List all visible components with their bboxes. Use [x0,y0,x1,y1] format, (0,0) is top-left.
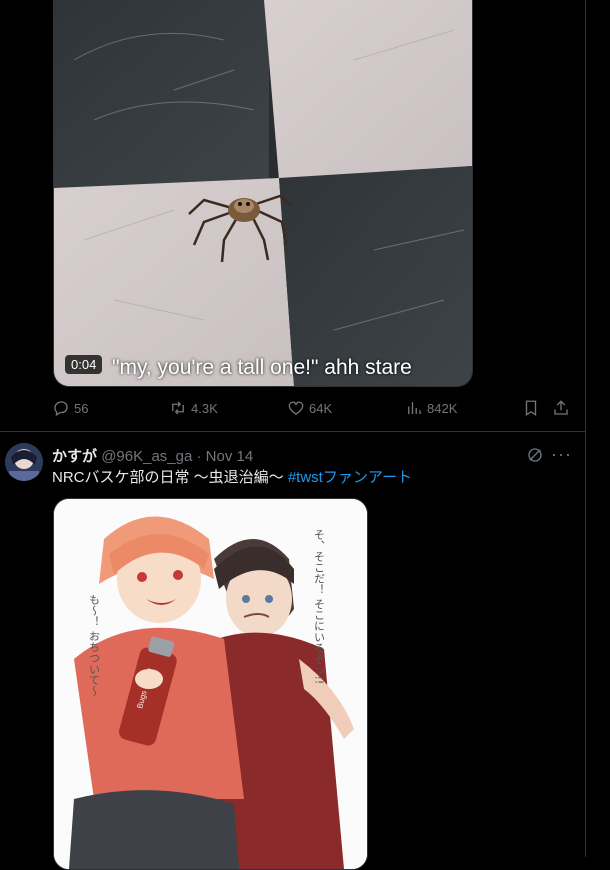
share-button[interactable] [552,399,570,417]
more-button[interactable]: ··· [551,444,572,465]
more-icon: ··· [551,444,572,464]
grok-icon [528,448,542,462]
tweet-divider [0,431,585,432]
views-icon [408,402,421,414]
view-count: 842K [427,400,458,416]
reply-button[interactable]: 56 [52,399,88,417]
share-icon [554,400,568,415]
display-name[interactable]: かすが [52,448,97,465]
bookmark-button[interactable] [522,399,540,417]
header-separator: · [196,448,202,465]
retweet-count: 4.3K [191,400,218,416]
tweet-image[interactable]: Bugs Spray も〜！ おちついて〜 そ、そこだ！ そこにいるぞっ!! [53,498,368,870]
tweet-actions: 56 4.3K 64K 842K [0,399,585,421]
avatar[interactable] [5,443,43,481]
retweet-icon [172,401,184,415]
like-button[interactable]: 64K [287,399,332,417]
bookmark-icon [525,400,537,417]
views-button[interactable]: 842K [405,399,457,417]
tweet-header: かすが @96K_as_ga · Nov 14 [52,445,253,466]
avatar-image [5,443,43,481]
tweet-text: NRCバスケ部の日常 〜虫退治編〜 #twstファンアート [52,466,412,487]
bubble-text-left: も〜！ おちついて〜 [88,594,101,697]
video-timestamp: 0:04 [65,355,103,374]
column-border [585,0,586,857]
retweet-button[interactable]: 4.3K [169,399,218,417]
fanart-illustration: Bugs Spray も〜！ おちついて〜 そ、そこだ！ そこにいるぞっ!! [54,499,367,869]
reply-count: 56 [74,400,89,416]
tweet-body: NRCバスケ部の日常 〜虫退治編〜 [52,469,288,486]
video-caption: "my, you're a tall one!" ahh stare [112,356,412,379]
like-count: 64K [309,400,333,416]
tweet-video[interactable] [53,0,473,387]
reply-icon [54,401,68,416]
user-handle[interactable]: @96K_as_ga [101,448,192,465]
like-icon [288,401,304,415]
video-frame [54,0,472,386]
hashtag-link[interactable]: #twstファンアート [288,469,412,486]
bubble-text-right: そ、そこだ！ そこにいるぞっ!! [313,529,326,684]
grok-button[interactable] [526,446,544,469]
tweet-date[interactable]: Nov 14 [206,448,254,465]
